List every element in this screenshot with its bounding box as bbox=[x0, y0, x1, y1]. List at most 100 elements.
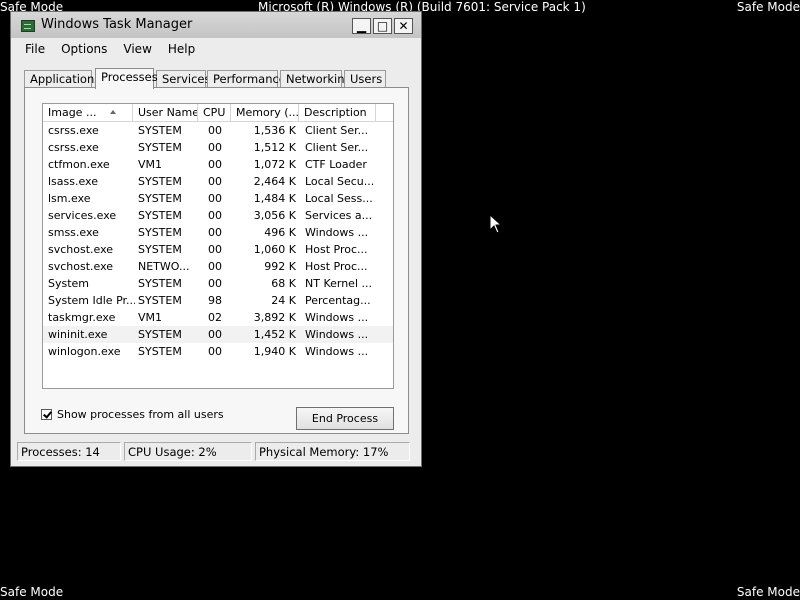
process-user-name: SYSTEM bbox=[138, 175, 182, 188]
show-all-users-option[interactable]: Show processes from all users bbox=[41, 408, 224, 421]
process-cpu: 00 bbox=[208, 260, 222, 273]
process-image-name: smss.exe bbox=[48, 226, 99, 239]
process-memory: 992 K bbox=[264, 260, 296, 273]
process-row[interactable]: System Idle Pr... SYSTEM 98 24 K Percentag..… bbox=[43, 292, 393, 309]
title-bar[interactable]: Windows Task Manager ▁ □ ✕ bbox=[11, 12, 421, 38]
process-user-name: SYSTEM bbox=[138, 141, 182, 154]
safe-mode-label-top-right: Safe Mode bbox=[736, 0, 800, 14]
end-process-button[interactable]: End Process bbox=[296, 407, 394, 430]
tab-services[interactable]: Services bbox=[156, 70, 211, 87]
process-user-name: SYSTEM bbox=[138, 328, 182, 341]
process-memory: 496 K bbox=[264, 226, 296, 239]
process-row[interactable]: ctfmon.exe VM1 00 1,072 K CTF Loader bbox=[43, 156, 393, 173]
process-row[interactable]: System SYSTEM 00 68 K NT Kernel ... bbox=[43, 275, 393, 292]
process-image-name: svchost.exe bbox=[48, 243, 114, 256]
process-row[interactable]: svchost.exe NETWO... 00 992 K Host Proc... bbox=[43, 258, 393, 275]
process-image-name: ctfmon.exe bbox=[48, 158, 110, 171]
process-memory: 2,464 K bbox=[253, 175, 296, 188]
process-description: Windows ... bbox=[305, 345, 369, 358]
process-description: CTF Loader bbox=[305, 158, 367, 171]
process-image-name: System Idle Pr... bbox=[48, 294, 135, 307]
tab-networking[interactable]: Networking bbox=[280, 70, 352, 87]
process-image-name: winlogon.exe bbox=[48, 345, 121, 358]
process-row[interactable]: wininit.exe SYSTEM 00 1,452 K Windows ... bbox=[43, 326, 393, 343]
process-memory: 24 K bbox=[271, 294, 296, 307]
process-cpu: 00 bbox=[208, 226, 222, 239]
process-row[interactable]: taskmgr.exe VM1 02 3,892 K Windows ... bbox=[43, 309, 393, 326]
process-memory: 1,536 K bbox=[253, 124, 296, 137]
process-cpu: 00 bbox=[208, 158, 222, 171]
process-row[interactable]: lsm.exe SYSTEM 00 1,484 K Local Sess... bbox=[43, 190, 393, 207]
process-user-name: VM1 bbox=[138, 311, 163, 324]
status-cpu-usage: CPU Usage: 2% bbox=[124, 442, 252, 461]
process-row[interactable]: svchost.exe SYSTEM 00 1,060 K Host Proc... bbox=[43, 241, 393, 258]
process-list-header: Image ... User Name CPU Memory (... Desc… bbox=[43, 104, 393, 122]
process-memory: 3,892 K bbox=[253, 311, 296, 324]
show-all-users-checkbox[interactable] bbox=[41, 409, 52, 420]
process-row[interactable]: smss.exe SYSTEM 00 496 K Windows ... bbox=[43, 224, 393, 241]
tab-performance[interactable]: Performance bbox=[207, 70, 286, 87]
process-user-name: SYSTEM bbox=[138, 277, 182, 290]
process-row[interactable]: services.exe SYSTEM 00 3,056 K Services a... bbox=[43, 207, 393, 224]
process-rows: csrss.exe SYSTEM 00 1,536 K Client Ser... csr… bbox=[43, 122, 393, 360]
process-row[interactable]: csrss.exe SYSTEM 00 1,536 K Client Ser... bbox=[43, 122, 393, 139]
process-image-name: System bbox=[48, 277, 90, 290]
process-memory: 68 K bbox=[271, 277, 296, 290]
process-description: Windows ... bbox=[305, 311, 369, 324]
process-image-name: lsass.exe bbox=[48, 175, 98, 188]
process-image-name: csrss.exe bbox=[48, 141, 99, 154]
column-memory[interactable]: Memory (... bbox=[231, 104, 299, 121]
close-button[interactable]: ✕ bbox=[394, 18, 413, 34]
menu-help[interactable]: Help bbox=[168, 42, 195, 56]
status-processes: Processes: 14 bbox=[17, 442, 121, 461]
mouse-pointer-icon bbox=[489, 214, 503, 234]
process-description: Client Ser... bbox=[305, 124, 369, 137]
process-user-name: SYSTEM bbox=[138, 345, 182, 358]
process-user-name: SYSTEM bbox=[138, 209, 182, 222]
menu-file[interactable]: File bbox=[25, 42, 45, 56]
sort-ascending-icon bbox=[110, 110, 116, 114]
column-description[interactable]: Description bbox=[299, 104, 376, 121]
show-all-users-label: Show processes from all users bbox=[57, 408, 224, 421]
tab-applications[interactable]: Applications bbox=[24, 70, 100, 87]
process-list[interactable]: Image ... User Name CPU Memory (... Desc… bbox=[42, 103, 394, 389]
process-user-name: NETWO... bbox=[138, 260, 190, 273]
processes-panel: Image ... User Name CPU Memory (... Desc… bbox=[24, 87, 409, 434]
process-cpu: 00 bbox=[208, 277, 222, 290]
process-cpu: 00 bbox=[208, 124, 222, 137]
process-image-name: services.exe bbox=[48, 209, 117, 222]
process-memory: 1,072 K bbox=[253, 158, 296, 171]
column-user-name[interactable]: User Name bbox=[133, 104, 198, 121]
process-row[interactable]: csrss.exe SYSTEM 00 1,512 K Client Ser... bbox=[43, 139, 393, 156]
process-memory: 1,940 K bbox=[253, 345, 296, 358]
safe-mode-label-bottom-right: Safe Mode bbox=[736, 585, 800, 599]
process-row[interactable]: winlogon.exe SYSTEM 00 1,940 K Windows ... bbox=[43, 343, 393, 360]
column-cpu[interactable]: CPU bbox=[198, 104, 231, 121]
process-user-name: SYSTEM bbox=[138, 294, 182, 307]
process-user-name: SYSTEM bbox=[138, 124, 182, 137]
process-memory: 1,512 K bbox=[253, 141, 296, 154]
process-cpu: 00 bbox=[208, 328, 222, 341]
column-image-name[interactable]: Image ... bbox=[43, 104, 133, 121]
tab-processes[interactable]: Processes bbox=[95, 68, 158, 89]
process-user-name: SYSTEM bbox=[138, 226, 182, 239]
window-title: Windows Task Manager bbox=[41, 17, 193, 32]
process-image-name: wininit.exe bbox=[48, 328, 108, 341]
process-row[interactable]: lsass.exe SYSTEM 00 2,464 K Local Secu... bbox=[43, 173, 393, 190]
maximize-button[interactable]: □ bbox=[373, 18, 392, 34]
minimize-button[interactable]: ▁ bbox=[352, 18, 371, 34]
process-description: Host Proc... bbox=[305, 260, 368, 273]
task-manager-icon bbox=[21, 20, 35, 32]
menu-bar: File Options View Help bbox=[25, 42, 195, 56]
process-description: Host Proc... bbox=[305, 243, 368, 256]
menu-options[interactable]: Options bbox=[61, 42, 107, 56]
status-bar: Processes: 14 CPU Usage: 2% Physical Mem… bbox=[17, 442, 415, 462]
tab-users[interactable]: Users bbox=[344, 70, 386, 87]
process-cpu: 02 bbox=[208, 311, 222, 324]
process-user-name: SYSTEM bbox=[138, 243, 182, 256]
menu-view[interactable]: View bbox=[123, 42, 151, 56]
process-user-name: VM1 bbox=[138, 158, 163, 171]
process-cpu: 00 bbox=[208, 209, 222, 222]
safe-mode-label-bottom-left: Safe Mode bbox=[0, 585, 64, 599]
process-memory: 1,484 K bbox=[253, 192, 296, 205]
